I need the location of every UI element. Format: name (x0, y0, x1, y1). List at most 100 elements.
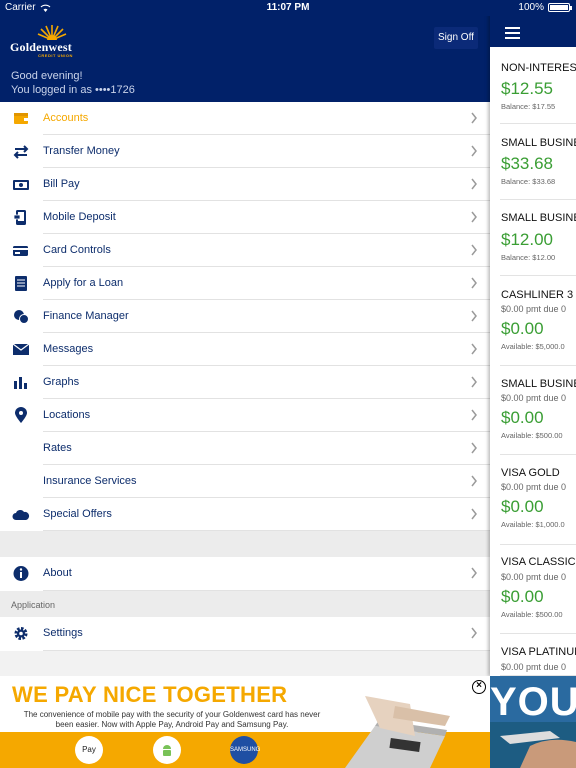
menu-item-label: Transfer Money (43, 145, 120, 157)
goldenwest-logo: Goldenwest CREDIT UNION (10, 24, 90, 58)
ad-close-button[interactable]: × (472, 680, 486, 694)
location-pin-icon (15, 407, 27, 423)
android-icon (163, 745, 171, 756)
account-row[interactable]: SMALL BUSINESS $33.68 Balance: $33.68 (490, 124, 576, 200)
gear-icon (14, 627, 28, 640)
apple-pay-badge: Pay (75, 736, 103, 764)
account-amount: $33.68 (501, 154, 553, 173)
menu-item-label: Accounts (43, 112, 89, 124)
menu-item-graphs[interactable]: Graphs (0, 366, 490, 399)
menu-item-special-offers[interactable]: Special Offers (0, 498, 490, 531)
mobile-deposit-icon (13, 210, 26, 225)
chevron-right-icon (471, 178, 477, 190)
sign-off-button[interactable]: Sign Off (434, 27, 478, 49)
greeting-text: Good evening! (11, 70, 83, 82)
menu-item-label: Locations (43, 409, 91, 421)
samsung-pay-badge: SAMSUNG pay (230, 736, 260, 764)
ad-headline: WE PAY NICE TOGETHER (12, 682, 288, 707)
account-payment-due: $0.00 pmt due 0 (501, 482, 567, 492)
menu-spacer (0, 531, 490, 557)
account-name: VISA CLASSIC (501, 556, 576, 568)
payment-terminal-image (345, 696, 450, 768)
battery-percent: 100% (518, 2, 544, 13)
menu-item-finance-manager[interactable]: Finance Manager (0, 300, 490, 333)
menu-item-label: Apply for a Loan (43, 277, 124, 289)
ad-banner[interactable]: WE PAY NICE TOGETHER The convenience of … (0, 676, 490, 768)
account-balance: Balance: $12.00 (501, 253, 556, 262)
account-amount: $0.00 (501, 497, 544, 516)
clock: 11:07 PM (266, 2, 310, 13)
account-amount: $12.00 (501, 230, 553, 249)
account-payment-due: $0.00 pmt due 0 (501, 662, 567, 672)
logo-subtitle: CREDIT UNION (38, 53, 73, 58)
ad-copy: The convenience of mobile pay with the s… (23, 710, 321, 729)
menu-item-rates[interactable]: Rates (0, 432, 490, 465)
menu-item-about[interactable]: About (0, 557, 490, 591)
menu-item-accounts[interactable]: Accounts (0, 102, 490, 135)
account-row[interactable]: NON-INTEREST $12.55 Balance: $17.55 (490, 47, 576, 124)
account-name: CASHLINER 3 (501, 289, 574, 301)
menu-item-label: Settings (43, 627, 83, 639)
menu-item-label: Mobile Deposit (43, 211, 116, 223)
account-row[interactable]: SMALL BUSINESS $12.00 Balance: $12.00 (490, 200, 576, 276)
transfer-arrows-icon (13, 145, 29, 159)
menu-item-label: Messages (43, 343, 94, 355)
menu-item-mobile-deposit[interactable]: Mobile Deposit (0, 201, 490, 234)
account-row[interactable]: CASHLINER 3 $0.00 pmt due 0 $0.00 Availa… (490, 276, 576, 366)
info-icon (13, 566, 29, 581)
account-payment-due: $0.00 pmt due 0 (501, 304, 567, 314)
chevron-right-icon (471, 145, 477, 157)
menu-item-label: Bill Pay (43, 178, 80, 190)
chevron-right-icon (471, 508, 477, 520)
sun-logo-icon (37, 25, 67, 40)
cloud-icon (12, 509, 30, 520)
account-payment-due: $0.00 pmt due 0 (501, 572, 567, 582)
hamburger-menu-icon[interactable] (505, 27, 520, 39)
account-amount: $0.00 (501, 408, 544, 427)
menu-item-label: Rates (43, 442, 72, 454)
menu-item-label: Card Controls (43, 244, 111, 256)
menu-item-label: Graphs (43, 376, 80, 388)
ad-banner-secondary[interactable]: YOU (490, 676, 576, 768)
app-screen: Carrier 11:07 PM 100% Goldenwest CREDIT … (0, 0, 576, 768)
account-name: SMALL BUSINESS (501, 137, 576, 149)
menu-item-settings[interactable]: Settings (0, 617, 490, 651)
account-name: SMALL BUSINESS (501, 378, 576, 390)
account-available: Available: $500.00 (501, 431, 563, 440)
account-name: VISA GOLD (501, 467, 560, 479)
menu-item-label: About (43, 567, 72, 579)
account-row[interactable]: SMALL BUSINESS $0.00 pmt due 0 $0.00 Ava… (490, 366, 576, 455)
menu-item-locations[interactable]: Locations (0, 399, 490, 432)
chevron-right-icon (471, 475, 477, 487)
account-amount: $0.00 (501, 319, 544, 338)
coins-icon (14, 310, 29, 324)
menu-item-label: Special Offers (43, 508, 112, 520)
menu-item-apply-for-loan[interactable]: Apply for a Loan (0, 267, 490, 300)
bar-chart-icon (14, 377, 27, 389)
menu-item-transfer-money[interactable]: Transfer Money (0, 135, 490, 168)
menu-item-bill-pay[interactable]: Bill Pay (0, 168, 490, 201)
chevron-right-icon (471, 442, 477, 454)
menu-item-label: Insurance Services (43, 475, 137, 487)
bill-icon (13, 180, 29, 190)
menu-item-label: Finance Manager (43, 310, 129, 322)
android-pay-badge (153, 736, 181, 764)
account-row[interactable]: VISA CLASSIC $0.00 pmt due 0 $0.00 Avail… (490, 545, 576, 634)
account-row[interactable]: VISA GOLD $0.00 pmt due 0 $0.00 Availabl… (490, 455, 576, 545)
account-amount: $0.00 (501, 587, 544, 606)
account-name: SMALL BUSINESS (501, 212, 576, 224)
chevron-right-icon (471, 277, 477, 289)
chevron-right-icon (471, 211, 477, 223)
menu-item-messages[interactable]: Messages (0, 333, 490, 366)
menu-item-insurance-services[interactable]: Insurance Services (0, 465, 490, 498)
account-available: Available: $500.00 (501, 610, 563, 619)
menu-item-card-controls[interactable]: Card Controls (0, 234, 490, 267)
menu-list: Accounts Transfer Money Bill Pay Mobile … (0, 102, 490, 531)
wallet-icon (14, 113, 28, 124)
account-row[interactable]: VISA PLATINUM $0.00 pmt due 0 (490, 634, 576, 676)
greeting: Good evening! You logged in as ••••1726 (11, 69, 135, 97)
loan-document-icon (15, 276, 27, 291)
chevron-right-icon (471, 310, 477, 322)
account-available: Available: $1,000.0 (501, 520, 565, 529)
card-icon (13, 246, 28, 256)
